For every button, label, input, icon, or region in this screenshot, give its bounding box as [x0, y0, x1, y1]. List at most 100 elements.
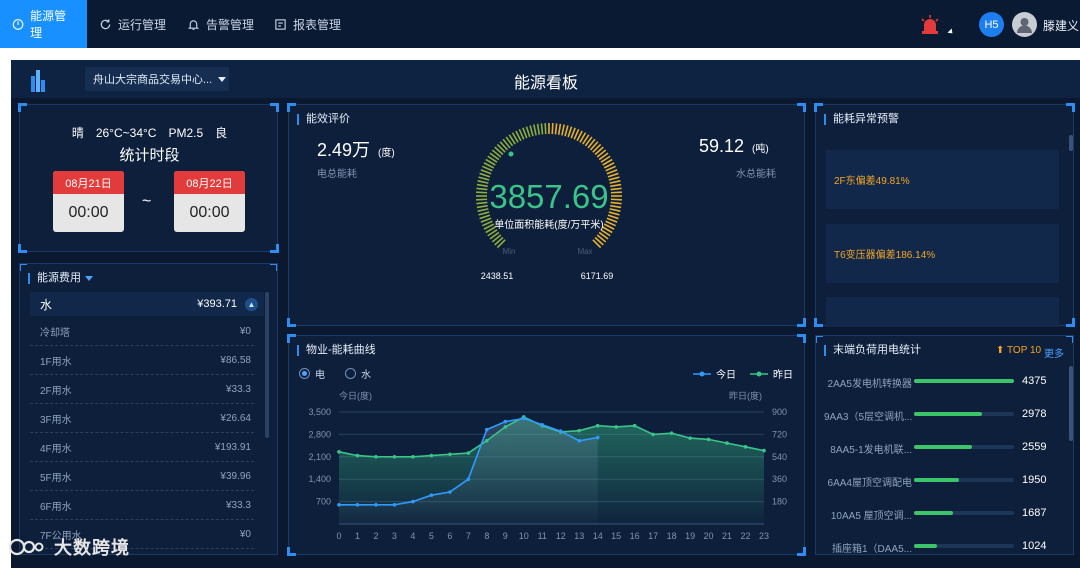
ranking-bar-fill [914, 379, 1014, 383]
scrollbar[interactable] [1069, 135, 1073, 151]
cost-row[interactable]: 1F用水 ¥86.58 [30, 346, 254, 375]
legend-today[interactable]: 今日 [693, 366, 736, 381]
ranking-name: 10AA5 屋顶空调... [830, 511, 912, 522]
warning-item[interactable]: 2F东偏差49.81% [826, 150, 1059, 209]
category-total: ¥393.71 [197, 298, 237, 310]
x-tick-label: 16 [630, 531, 640, 541]
nav-reports[interactable]: 报表管理 [262, 0, 353, 48]
nav-alarms[interactable]: 告警管理 [175, 0, 266, 48]
chevron-up-icon[interactable]: ▲ [245, 297, 258, 311]
gauge-label: 单位面积能耗(度/万平米) [494, 218, 603, 231]
ranking-name: 9AA3（5层空调机... [824, 412, 912, 423]
gauge-tick [476, 201, 488, 205]
elec-value: 2.49万 [317, 140, 371, 160]
yesterday-point [688, 436, 692, 440]
cost-row[interactable]: 冷却塔 ¥0 [30, 317, 254, 346]
gauge-tick [570, 127, 576, 139]
legend-yesterday[interactable]: 昨日 [750, 366, 793, 381]
today-point [521, 416, 526, 421]
scrollbar[interactable] [265, 292, 269, 438]
x-tick-label: 13 [574, 531, 584, 541]
cost-row-value: ¥0 [239, 528, 251, 540]
y-right-tick-label: 540 [772, 452, 787, 462]
gauge-tick [476, 204, 488, 209]
category-name: 水 [40, 297, 53, 312]
end-date: 08月22日 [174, 171, 245, 194]
gauge-tick [564, 125, 569, 137]
cost-row[interactable]: 4F用水 ¥193.91 [30, 433, 254, 462]
scrollbar[interactable] [1069, 366, 1073, 441]
cost-row-name: 4F用水 [40, 443, 72, 455]
bell-icon [187, 19, 200, 30]
cost-row[interactable]: 6F用水 ¥33.3 [30, 491, 254, 520]
alarm-dropdown-caret[interactable] [947, 28, 955, 36]
cost-row-name: 3F用水 [40, 414, 72, 426]
avatar[interactable] [1012, 12, 1037, 37]
yesterday-point [411, 455, 415, 459]
gauge-tick [476, 191, 488, 194]
gauge-tick [529, 125, 534, 137]
range-separator: ~ [142, 193, 152, 210]
ranking-row[interactable]: 9AA3（5层空调机... 2978 [816, 406, 1061, 423]
cost-category-header[interactable]: 水 ¥393.71 ▲ [30, 292, 264, 316]
yesterday-point [762, 448, 766, 453]
panel-title[interactable]: 能源费用 [28, 273, 81, 284]
yesterday-point [392, 455, 397, 459]
x-tick-label: 9 [503, 531, 508, 541]
header-gap [0, 48, 1080, 60]
gauge-tick [610, 201, 622, 205]
nav-operations[interactable]: 运行管理 [87, 0, 178, 48]
radio-electric[interactable]: 电 [299, 366, 325, 381]
x-tick-label: 23 [759, 531, 769, 541]
cost-row[interactable]: 5F用水 ¥39.96 [30, 462, 254, 491]
cost-row[interactable]: 3F用水 ¥26.64 [30, 404, 254, 433]
gauge-tick [557, 123, 562, 135]
siren-icon[interactable] [920, 14, 940, 36]
ranking-value: 1024 [1022, 540, 1047, 552]
gauge-tick [606, 169, 618, 175]
site-selector[interactable]: 舟山大宗商品交易中心... [85, 67, 229, 91]
x-tick-label: 4 [410, 531, 415, 541]
nav-label: 能源管理 [30, 9, 67, 40]
gauge-tick [476, 198, 488, 201]
cost-row-name: 6F用水 [40, 501, 72, 513]
gauge-tick [525, 126, 531, 138]
ranking-bar [914, 511, 1014, 515]
cost-row[interactable]: 2F用水 ¥33.3 [30, 375, 254, 404]
ranking-name: 插座箱1（DAA5... [831, 544, 912, 555]
energy-cost-panel: 能源费用 水 ¥393.71 ▲ 冷却塔 ¥0 1F用水 ¥86.58 2F用水 ¥33.3… [19, 263, 278, 555]
username[interactable]: 滕建义 [1043, 17, 1079, 34]
ranking-row[interactable]: 6AA4屋顶空调配电 1950 [816, 472, 1061, 489]
ranking-row[interactable]: 插座箱1（DAA5... 1024 [816, 538, 1061, 554]
h5-badge[interactable]: H5 [979, 12, 1004, 37]
today-point [337, 503, 341, 507]
gauge-tick [554, 123, 558, 135]
ranking-bar [914, 379, 1014, 383]
warning-item[interactable]: T6变压器偏差186.14% [826, 224, 1059, 283]
ranking-row[interactable]: 10AA5 屋顶空调... 1687 [816, 505, 1061, 522]
more-link[interactable]: 更多 [1044, 345, 1064, 360]
load-ranking-panel: 末端负荷用电统计 ⬆ TOP 10 更多 2AA5发电机转换器 4375 9AA3（… [815, 335, 1074, 555]
gauge-tick [480, 217, 492, 223]
today-point [355, 503, 360, 507]
ranking-row[interactable]: 8AA5-1发电机联... 2559 [816, 439, 1061, 456]
nav-energy[interactable]: 能源管理 [0, 0, 87, 48]
caret-down-icon[interactable] [85, 276, 93, 281]
ranking-value: 2978 [1022, 408, 1047, 420]
start-date-picker[interactable]: 08月21日 00:00 [53, 171, 124, 232]
x-tick-label: 19 [685, 531, 695, 541]
end-date-picker[interactable]: 08月22日 00:00 [174, 171, 245, 232]
cost-row-name: 5F用水 [40, 472, 72, 484]
radio-water[interactable]: 水 [345, 366, 371, 381]
page-title: 能源看板 [513, 75, 578, 92]
radio-off-icon [345, 368, 356, 379]
x-tick-label: 2 [373, 531, 378, 541]
ranking-row[interactable]: 2AA5发电机转换器 4375 [816, 373, 1061, 390]
gauge-tick [479, 172, 491, 178]
ranking-value: 2559 [1022, 441, 1047, 453]
x-tick-label: 22 [741, 531, 751, 541]
gauge-value: 3857.69 [489, 178, 608, 215]
y-right-tick-label: 180 [772, 497, 787, 507]
radio-label: 水 [361, 370, 371, 381]
ranking-bar-fill [914, 445, 973, 449]
